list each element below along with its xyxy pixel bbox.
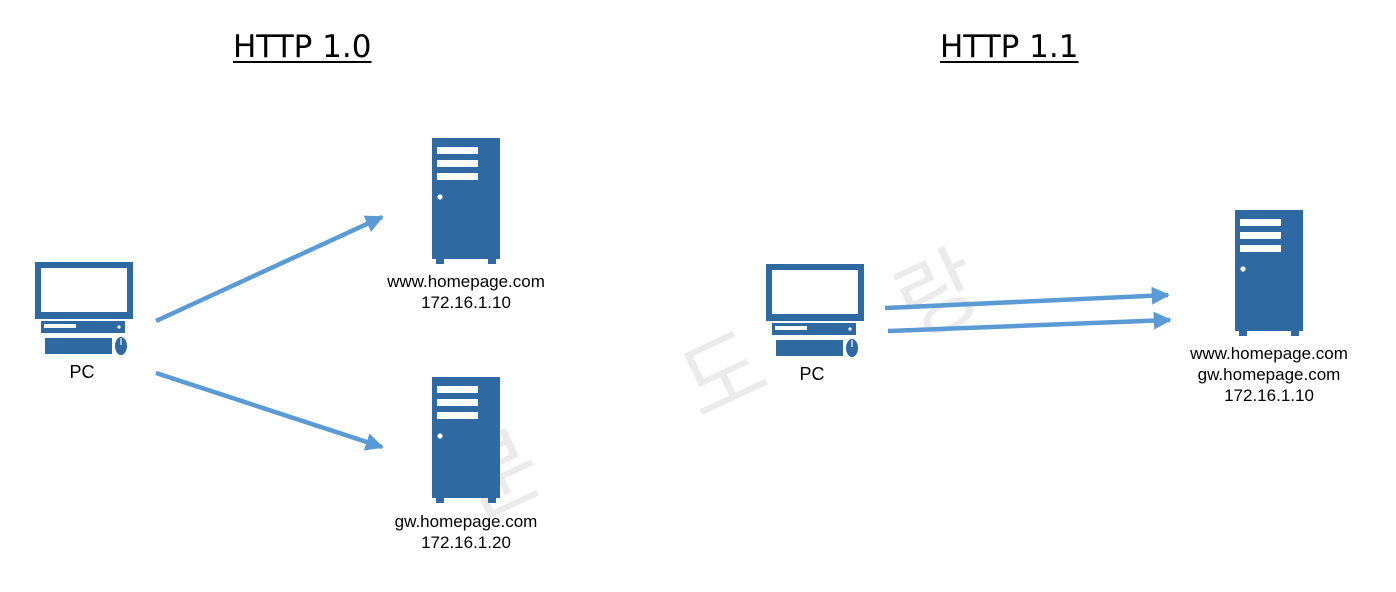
pc-icon [35,262,133,356]
server-ip: 172.16.1.10 [421,293,511,312]
request-arrow [887,311,1172,334]
server-ip: 172.16.1.20 [421,533,511,552]
server-hostname: www.homepage.com [387,272,545,291]
pc-label: PC [69,362,95,382]
server-hostname: gw.homepage.com [394,512,538,531]
server-ip: 172.16.1.10 [1224,386,1314,405]
request-arrow [155,214,384,324]
pc-label: PC [799,364,825,384]
server-label: www.homepage.com 172.16.1.10 [387,271,545,313]
request-arrow [155,370,384,451]
server-hostname: www.homepage.com [1190,344,1348,363]
server-label: www.homepage.com gw.homepage.com 172.16.… [1190,343,1348,406]
server-icon [1235,210,1303,336]
server-icon [432,377,500,503]
http-1-0-title: HTTP 1.0 [233,29,372,65]
server-hostname: gw.homepage.com [1197,365,1341,384]
http-1-1-title: HTTP 1.1 [940,29,1079,65]
request-arrow [884,286,1170,311]
server-icon [432,138,500,264]
pc-icon [766,264,864,358]
server-label: gw.homepage.com 172.16.1.20 [395,511,538,553]
